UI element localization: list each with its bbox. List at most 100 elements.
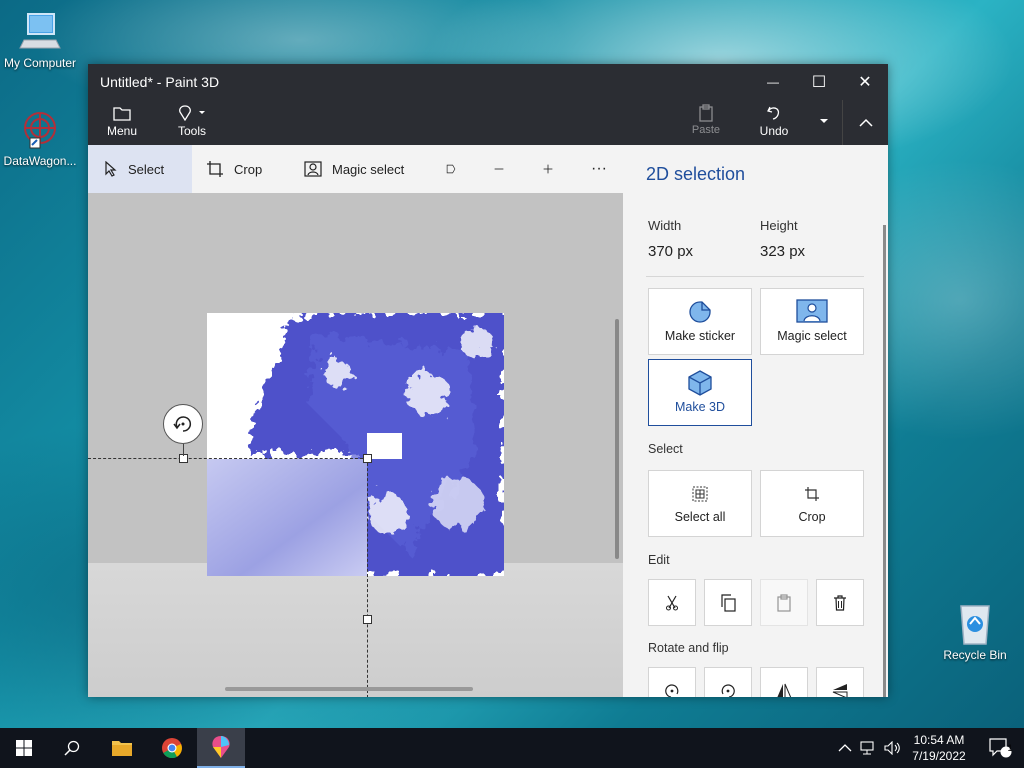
select-label: Select <box>128 161 165 177</box>
menu-button[interactable]: Menu <box>102 102 142 138</box>
rotate-handle[interactable] <box>163 404 203 444</box>
rotate-left-button[interactable] <box>648 667 696 697</box>
rotate-icon <box>173 416 192 432</box>
paint3d-window: Untitled* - Paint 3D — ☐ ✕ Menu Tools Pa… <box>88 64 888 697</box>
crop-button[interactable]: Crop <box>760 470 864 537</box>
undo-button[interactable]: Undo <box>754 102 794 138</box>
clock-date: 7/19/2022 <box>912 749 966 763</box>
action-center-button[interactable]: 1 <box>976 728 1024 768</box>
selection-border-top <box>88 458 368 459</box>
paste-button[interactable]: Paste <box>686 102 726 136</box>
cursor-icon <box>105 161 117 177</box>
crop-icon <box>761 486 863 502</box>
desktop-icon-my-computer[interactable]: My Computer <box>0 10 80 70</box>
select-all-button[interactable]: Select all <box>648 470 752 537</box>
minimize-button[interactable]: — <box>750 64 796 100</box>
magic-select-icon <box>304 161 322 177</box>
crop-label: Crop <box>798 510 826 524</box>
copy-button[interactable] <box>704 579 752 626</box>
magic-select-label: Magic select <box>332 161 405 177</box>
make-3d-button[interactable]: Make 3D <box>648 359 752 426</box>
canvas-area[interactable] <box>88 193 623 697</box>
taskbar-chrome[interactable] <box>148 728 196 768</box>
computer-icon <box>18 10 62 54</box>
title-bar[interactable]: Untitled* - Paint 3D — ☐ ✕ <box>88 64 888 100</box>
copy-icon <box>721 593 736 612</box>
painted-image <box>207 313 504 576</box>
selection-border-right <box>367 458 368 697</box>
rotate-right-icon <box>721 683 735 697</box>
paste-button[interactable] <box>760 579 808 626</box>
paint3d-icon <box>212 736 230 758</box>
desktop-icon-label: My Computer <box>3 56 77 70</box>
flip-vertical-button[interactable] <box>816 667 864 697</box>
system-tray <box>838 728 902 768</box>
clock[interactable]: 10:54 AM 7/19/2022 <box>906 732 972 764</box>
side-panel: 2D selection Width 370 px Height 323 px … <box>623 145 888 697</box>
windows-icon <box>16 740 32 756</box>
maximize-icon: ☐ <box>811 74 827 91</box>
desktop-icon-recycle-bin[interactable]: Recycle Bin <box>935 602 1015 662</box>
magic-select-tool[interactable]: Magic select <box>304 145 414 193</box>
recycle-bin-icon <box>953 602 997 646</box>
undo-icon <box>754 102 794 124</box>
zoom-in-button[interactable] <box>543 145 563 193</box>
sticker-icon <box>649 301 751 323</box>
minus-icon <box>494 168 504 170</box>
chevron-down-icon <box>820 119 828 123</box>
divider <box>646 276 864 277</box>
magic-select-label: Magic select <box>777 329 847 343</box>
flip-horizontal-button[interactable] <box>760 667 808 697</box>
search-icon <box>64 740 80 756</box>
selection-handle-top-right[interactable] <box>363 454 372 463</box>
select-tool[interactable]: Select <box>88 145 192 193</box>
select-section-label: Select <box>648 442 683 456</box>
freeform-select-button[interactable] <box>446 145 466 193</box>
magic-select-button[interactable]: Magic select <box>760 288 864 355</box>
width-value[interactable]: 370 px <box>648 243 693 260</box>
desktop-icon-datawagon[interactable]: DataWagon... <box>0 108 80 168</box>
more-icon: ··· <box>591 160 607 177</box>
crop-icon <box>207 161 223 177</box>
make-sticker-button[interactable]: Make sticker <box>648 288 752 355</box>
collapse-ribbon-button[interactable] <box>842 100 888 145</box>
rotate-flip-section-label: Rotate and flip <box>648 641 729 655</box>
height-value[interactable]: 323 px <box>760 243 805 260</box>
notification-badge: 1 <box>1007 743 1013 753</box>
magic-select-icon <box>761 299 863 323</box>
undo-label: Undo <box>759 124 789 138</box>
crop-tool[interactable]: Crop <box>206 145 278 193</box>
tools-button[interactable]: Tools <box>172 102 212 138</box>
minimize-icon: — <box>767 75 779 89</box>
start-button[interactable] <box>0 728 48 768</box>
panel-title: 2D selection <box>646 164 746 184</box>
close-button[interactable]: ✕ <box>842 64 888 100</box>
crop-label: Crop <box>234 161 263 177</box>
tools-label: Tools <box>177 124 206 138</box>
cut-button[interactable] <box>648 579 696 626</box>
search-button[interactable] <box>48 728 96 768</box>
more-options-button[interactable]: ··· <box>591 145 615 193</box>
canvas-horizontal-scrollbar[interactable] <box>225 687 473 691</box>
selection-handle-right[interactable] <box>363 615 372 624</box>
network-icon[interactable] <box>860 741 878 755</box>
zoom-out-button[interactable] <box>494 145 514 193</box>
select-all-icon <box>649 486 751 502</box>
menu-label: Menu <box>106 124 138 138</box>
chevron-up-icon[interactable] <box>838 743 852 753</box>
canvas-vertical-scrollbar[interactable] <box>615 319 619 559</box>
taskbar-paint3d[interactable] <box>197 728 245 768</box>
rotate-left-icon <box>665 683 679 697</box>
folder-icon <box>112 741 132 756</box>
undo-history-dropdown[interactable] <box>810 114 838 134</box>
taskbar-file-explorer[interactable] <box>98 728 146 768</box>
chevron-up-icon <box>858 118 873 127</box>
clock-time: 10:54 AM <box>913 733 965 747</box>
maximize-button[interactable]: ☐ <box>796 64 842 100</box>
delete-button[interactable] <box>816 579 864 626</box>
canvas-image[interactable] <box>207 313 504 576</box>
rotate-right-button[interactable] <box>704 667 752 697</box>
scissors-icon <box>666 595 678 610</box>
volume-icon[interactable] <box>884 741 902 755</box>
panel-scrollbar[interactable] <box>883 225 886 697</box>
